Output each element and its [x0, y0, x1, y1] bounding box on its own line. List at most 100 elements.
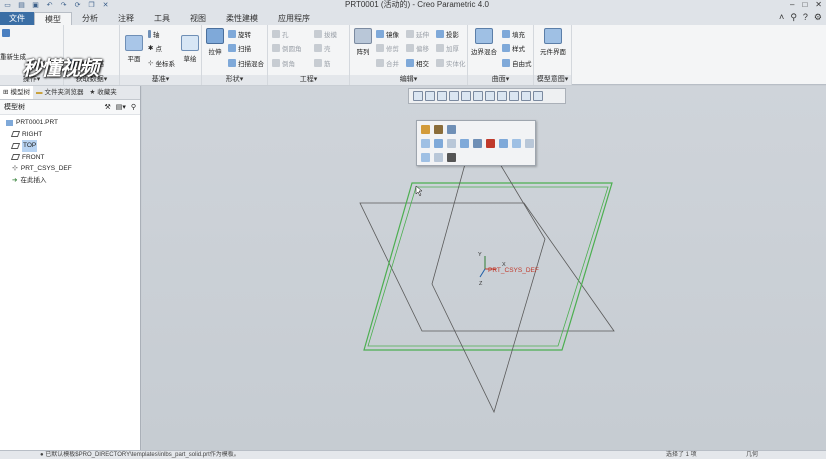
tree-item-top[interactable]: TOP: [6, 140, 140, 152]
csys-button[interactable]: ⊹ 坐标系: [148, 58, 175, 68]
freestyle-button[interactable]: 自由式: [502, 58, 532, 68]
merge-button[interactable]: 合并: [376, 58, 399, 68]
project-button[interactable]: 投影: [436, 29, 459, 39]
perspective-icon[interactable]: [497, 91, 507, 101]
extend-button[interactable]: 延伸: [406, 29, 429, 39]
group-label-surfaces[interactable]: 曲面▾: [468, 75, 533, 85]
chamfer-button[interactable]: 倒角: [272, 58, 295, 68]
graphics-window[interactable]: PRT_CSYS_DEF Y X Z: [142, 86, 826, 450]
revolve-button[interactable]: 旋转: [228, 29, 251, 39]
pattern-mini-icon[interactable]: [512, 139, 521, 148]
tree-settings-icon[interactable]: ⚒: [104, 103, 110, 111]
tree-root[interactable]: PRT0001.PRT: [6, 117, 140, 129]
extrude-button[interactable]: 拉伸: [204, 28, 226, 56]
new-icon[interactable]: ▭: [3, 2, 12, 10]
front-plane[interactable]: [359, 202, 615, 332]
mirror-mini-icon[interactable]: [525, 139, 534, 148]
annotation-display-icon[interactable]: [521, 91, 531, 101]
tree-item-insert-here[interactable]: ➔ 在此插入: [6, 175, 140, 187]
tab-applications[interactable]: 应用程序: [268, 12, 320, 25]
csys-marker[interactable]: PRT_CSYS_DEF Y X Z: [478, 252, 539, 287]
regenerate-button[interactable]: [2, 29, 10, 37]
component-interface-button[interactable]: 元件界面: [536, 28, 570, 56]
tree-item-csys[interactable]: ⊹ PRT_CSYS_DEF: [6, 163, 140, 175]
tab-favorites[interactable]: ★ 收藏夹: [86, 86, 119, 99]
style-mini-icon[interactable]: [434, 153, 443, 162]
spin-center-icon[interactable]: [533, 91, 543, 101]
trim-button[interactable]: 修剪: [376, 43, 399, 53]
search-icon[interactable]: ⚲: [790, 12, 797, 23]
tab-view[interactable]: 视图: [180, 12, 216, 25]
datum-display-icon[interactable]: [509, 91, 519, 101]
regenerate-icon[interactable]: ⟳: [73, 2, 82, 10]
sweep-mini-icon[interactable]: [421, 139, 430, 148]
axis-button[interactable]: 轴: [148, 29, 160, 39]
tree-item-right[interactable]: RIGHT: [6, 129, 140, 141]
group-label-shapes[interactable]: 形状▾: [202, 75, 267, 85]
settings-icon[interactable]: ⚙: [814, 12, 822, 23]
offset-button[interactable]: 偏移: [406, 43, 429, 53]
selection-count[interactable]: 选择了 1 项: [666, 451, 746, 459]
sketch-mini-icon[interactable]: [447, 125, 456, 134]
fill-button[interactable]: 填充: [502, 29, 525, 39]
fill-mini-icon[interactable]: [421, 153, 430, 162]
saved-orientations-icon[interactable]: [473, 91, 483, 101]
point-button[interactable]: ✱ 点: [148, 43, 162, 53]
collapse-ribbon-icon[interactable]: ˄: [779, 12, 784, 23]
boundary-blend-button[interactable]: 边界混合: [470, 28, 498, 56]
sketch-button[interactable]: 草绘: [180, 35, 200, 63]
rib-button[interactable]: 筋: [314, 58, 331, 68]
mirror-button[interactable]: 镜像: [376, 29, 399, 39]
refit-icon[interactable]: [413, 91, 423, 101]
tree-item-front[interactable]: FRONT: [6, 152, 140, 164]
show-dropdown-icon[interactable]: ▤▾: [116, 103, 126, 111]
intersect-button[interactable]: 相交: [406, 58, 429, 68]
windows-icon[interactable]: ❐: [87, 2, 96, 10]
selection-filter[interactable]: 几何: [746, 451, 826, 459]
close-icon[interactable]: ✕: [815, 0, 822, 10]
repaint-icon[interactable]: [449, 91, 459, 101]
plane-mini-icon[interactable]: [434, 139, 443, 148]
swept-blend-button[interactable]: 扫描混合: [228, 58, 264, 68]
tab-model-tree[interactable]: ⊞ 模型树: [0, 86, 33, 99]
plane-button[interactable]: 平面: [123, 35, 145, 63]
draft-button[interactable]: 拔模: [314, 29, 337, 39]
tab-file[interactable]: 文件: [0, 12, 34, 25]
hide-mini-icon[interactable]: [447, 153, 456, 162]
view-manager-icon[interactable]: [485, 91, 495, 101]
pattern-button[interactable]: 阵列: [353, 28, 373, 56]
datum-plane-mini-icon[interactable]: [460, 139, 469, 148]
tab-flexible-modeling[interactable]: 柔性建模: [216, 12, 268, 25]
close-window-icon[interactable]: ✕: [101, 2, 110, 10]
offset-plane-mini-icon[interactable]: [447, 139, 456, 148]
group-label-model-intent[interactable]: 模型意图▾: [534, 75, 571, 85]
display-style-icon[interactable]: [461, 91, 471, 101]
solidify-button[interactable]: 实体化: [436, 58, 466, 68]
thicken-button[interactable]: 加厚: [436, 43, 459, 53]
undo-icon[interactable]: ↶: [45, 2, 54, 10]
zoom-in-icon[interactable]: [425, 91, 435, 101]
help-icon[interactable]: ?: [803, 12, 808, 23]
tab-folder-browser[interactable]: ▬ 文件夹浏览器: [33, 86, 87, 99]
tab-analysis[interactable]: 分析: [72, 12, 108, 25]
axis-mini-icon[interactable]: [473, 139, 482, 148]
tab-model[interactable]: 模型: [34, 12, 72, 25]
hole-button[interactable]: 孔: [272, 29, 289, 39]
right-plane[interactable]: [431, 163, 546, 414]
zoom-out-icon[interactable]: [437, 91, 447, 101]
minimize-icon[interactable]: –: [790, 0, 794, 10]
revolve-mini-icon[interactable]: [434, 125, 443, 134]
round-button[interactable]: 倒圆角: [272, 43, 302, 53]
tree-filter-icon[interactable]: ⚲: [131, 103, 136, 111]
csys-mini-icon[interactable]: [499, 139, 508, 148]
save-icon[interactable]: ▣: [31, 2, 40, 10]
style-button[interactable]: 样式: [502, 43, 525, 53]
redo-icon[interactable]: ↷: [59, 2, 68, 10]
open-icon[interactable]: ▤: [17, 2, 26, 10]
tab-tools[interactable]: 工具: [144, 12, 180, 25]
point-mini-icon[interactable]: [486, 139, 495, 148]
sweep-button[interactable]: 扫描: [228, 43, 251, 53]
group-label-engineering[interactable]: 工程▾: [268, 75, 349, 85]
maximize-icon[interactable]: □: [802, 0, 807, 10]
group-label-editing[interactable]: 编辑▾: [350, 75, 467, 85]
